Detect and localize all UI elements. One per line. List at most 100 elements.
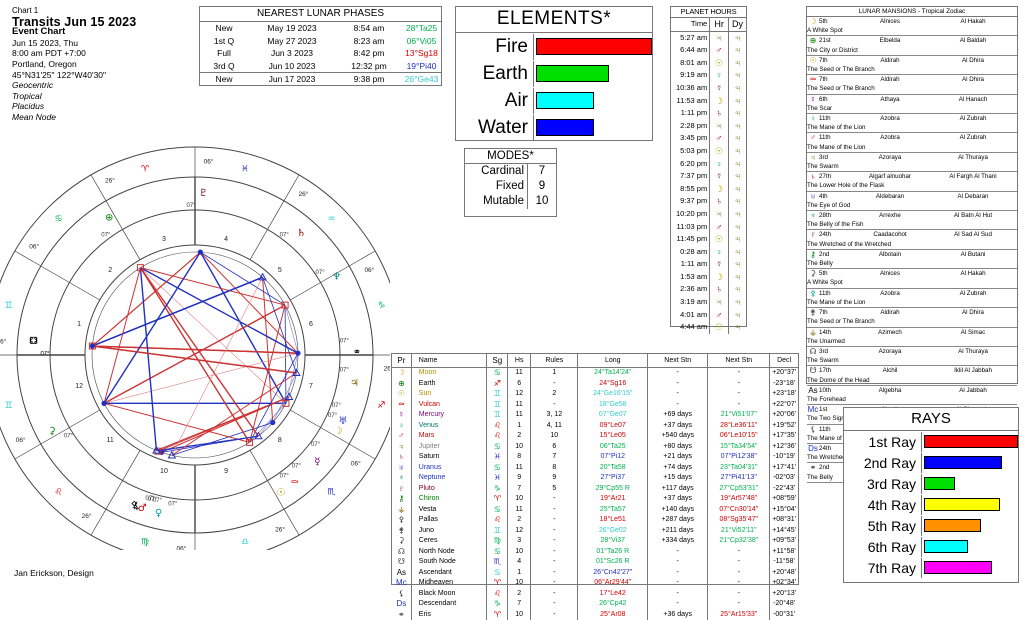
wheel-planet-glyph[interactable]: ☋ xyxy=(29,336,38,347)
table-row[interactable]: ♃Jupiter♋10606°Ta25+80 days15°Ta34'54"+1… xyxy=(392,442,798,453)
table-row[interactable]: ♅Uranus♋11820°Ta58+74 days23°Ta04'31"+17… xyxy=(392,463,798,474)
planet-house: 9 xyxy=(508,473,531,484)
table-row[interactable]: ☉Sun♊12224°Ge16'15"--+23°18' xyxy=(392,389,798,400)
table-row[interactable]: ☿Mercury♊113, 1207°Ge07+69 days21°Vi51'0… xyxy=(392,410,798,421)
planet-declination: +20°48' xyxy=(770,568,798,579)
planet-next-station-degree: 27°Pi41'13" xyxy=(708,473,770,484)
lunar-mansion-desc-row: The Scar xyxy=(807,104,1017,114)
ray-label: 7th Ray xyxy=(844,558,922,578)
planet-rules: 10 xyxy=(531,431,578,442)
house-number: 9 xyxy=(224,468,228,475)
planet-day-ruler-glyph: ♃ xyxy=(728,69,746,82)
wheel-planet-glyph[interactable]: ♆ xyxy=(332,271,341,282)
table-row[interactable]: ⚶Vesta♋11-25°Ta57+140 days07°Cn30'14"+15… xyxy=(392,505,798,516)
nearest-lunar-phases-panel: NEAREST LUNAR PHASES NewMay 19 20238:54 … xyxy=(199,6,442,86)
planet-hour-ruler-glyph: ☽ xyxy=(710,95,729,108)
planet-name: Black Moon xyxy=(411,589,487,600)
wheel-planet-glyph[interactable]: ♃ xyxy=(350,378,359,389)
table-row[interactable]: McMidheaven♈10-06°Ar29'44"--+02°34' xyxy=(392,578,798,589)
planet-house: 10 xyxy=(508,442,531,453)
planet-day-ruler-glyph: ♃ xyxy=(728,132,746,145)
wheel-planet-glyph[interactable]: ☿ xyxy=(314,456,320,467)
ray-bar xyxy=(924,561,992,574)
table-row[interactable]: AsAscendant♋1-26°Cn42'27"--+20°48' xyxy=(392,568,798,579)
table-row[interactable]: ♀Venus♌14, 1109°Le07+37 days28°Le36'11"+… xyxy=(392,421,798,432)
planet-next-station-degree: - xyxy=(708,379,770,390)
wheel-planet-glyph[interactable]: ♅ xyxy=(339,416,348,427)
chart-option-node: Mean Node xyxy=(12,112,136,123)
lunar-mansion-planet-glyph: ♀ xyxy=(807,114,819,124)
lunar-mansion-alt-name: Al Hakah xyxy=(929,269,1017,279)
wheel-planet-glyph[interactable]: ☽ xyxy=(334,426,343,437)
planet-next-station-degree: - xyxy=(708,557,770,568)
ray-label: 3rd Ray xyxy=(844,474,922,494)
mode-label: Fixed xyxy=(465,179,528,194)
lunar-mansion-row: ♄27thAlgarf alnuoharAl Fargh Al Thani xyxy=(807,172,1017,182)
table-row[interactable]: ☋South Node♏4-01°Sc26 R---11°58' xyxy=(392,557,798,568)
aspect-marker xyxy=(270,420,275,425)
wheel-planet-glyph[interactable]: ⚰ xyxy=(291,478,299,489)
lunar-phase-date: May 19 2023 xyxy=(248,22,336,35)
planet-hour-ruler-glyph: ☿ xyxy=(710,258,729,271)
table-row[interactable]: ☊North Node♋10-01°Ta26 R--+11°58' xyxy=(392,547,798,558)
table-row[interactable]: ⊕Earth♐6-24°Sg16---23°18' xyxy=(392,379,798,390)
wheel-planet-glyph[interactable]: ♇ xyxy=(199,188,208,199)
planet-table-col-header: Sg xyxy=(487,354,508,368)
table-row[interactable]: ⚵Juno♊12-26°Ge02+211 days21°Vi52'11"+14°… xyxy=(392,526,798,537)
planet-day-ruler-glyph: ♃ xyxy=(728,309,746,322)
wheel-planet-glyph[interactable]: ⊕ xyxy=(105,213,113,224)
zodiac-sign-glyph: ♐ xyxy=(377,401,385,411)
table-row[interactable]: ⚭Eris♈10-25°Ar08+36 days25°Ar15'33"-00°3… xyxy=(392,610,798,620)
table-row[interactable]: ♆Neptune♓9927°Pi37+15 days27°Pi41'13"-02… xyxy=(392,473,798,484)
planet-hour-time: 6:44 am xyxy=(671,44,710,57)
zodiac-sign-glyph: ♒ xyxy=(327,215,335,225)
table-row[interactable]: ⚰Vulcan♊11-18°Ge58--+22°07' xyxy=(392,400,798,411)
planet-hour-time: 5:03 pm xyxy=(671,145,710,158)
wheel-planet-glyph[interactable]: ♀ xyxy=(155,508,162,519)
wheel-planet-glyph[interactable]: ⚴ xyxy=(131,500,138,511)
lunar-phase-longitude: 19°Pi40 xyxy=(402,60,441,73)
lunar-phase-date: May 27 2023 xyxy=(248,35,336,48)
table-row[interactable]: ⚳Ceres♍3-28°Vi37+334 days21°Cp32'38"+09°… xyxy=(392,536,798,547)
planet-next-station-degree: 27°Cp53'31" xyxy=(708,484,770,495)
planet-name: Venus xyxy=(411,421,487,432)
house-number: 7 xyxy=(309,383,313,390)
wheel-planet-glyph[interactable]: ⚭ xyxy=(353,347,361,358)
house-cusp-degree: 26° xyxy=(384,365,390,373)
table-row[interactable]: ♄Saturn♓8707°Pi12+21 days07°Pi12'38"-10°… xyxy=(392,452,798,463)
planet-house: 10 xyxy=(508,547,531,558)
planet-hour-time: 9:37 pm xyxy=(671,195,710,208)
lunar-mansion-planet-glyph: ☉ xyxy=(807,55,819,65)
table-row[interactable]: ⚴Pallas♌2-18°Le51+287 days08°Sg35'47"+08… xyxy=(392,515,798,526)
planet-longitude: 07°Ge07 xyxy=(578,410,648,421)
ray-bar xyxy=(924,519,981,532)
lunar-mansion-planet-glyph: ⚸ xyxy=(807,424,819,434)
planet-house: 11 xyxy=(508,410,531,421)
lunar-mansion-alt-name: Al Zubrah xyxy=(929,133,1017,143)
planet-rules: - xyxy=(531,400,578,411)
table-row[interactable]: ☽Moon♋11124°Ta14'24"--+20°37' xyxy=(392,368,798,379)
table-row[interactable]: ⚷Chiron♈10-19°Ar21+37 days19°Ar57'48"+08… xyxy=(392,494,798,505)
table-row[interactable]: ♂Mars♌21015°Le05+540 days06°Le10'15"+17°… xyxy=(392,431,798,442)
wheel-planet-glyph[interactable]: ⚳ xyxy=(48,426,55,437)
planet-next-station-days: +15 days xyxy=(648,473,708,484)
planet-day-ruler-glyph: ♃ xyxy=(728,208,746,221)
lunar-mansion-alt-name: Al Zubrah xyxy=(929,114,1017,124)
table-row[interactable]: DsDescendant♑7-26°Cp42---20°48' xyxy=(392,599,798,610)
planet-hour-time: 4:01 am xyxy=(671,309,710,322)
wheel-planet-glyph[interactable]: ☉ xyxy=(276,487,285,498)
planet-next-station-days: +117 days xyxy=(648,484,708,495)
planet-day-ruler-glyph: ♃ xyxy=(728,57,746,70)
lunar-mansion-description: The Seed or The Branch xyxy=(807,317,1017,327)
wheel-planet-glyph[interactable]: ♄ xyxy=(297,228,306,239)
planet-rules: 1 xyxy=(531,368,578,379)
planet-hour-row: 2:36 am♄♃ xyxy=(671,283,746,296)
lunar-phase-date: Jun 10 2023 xyxy=(248,60,336,73)
planet-sign-glyph: ♌ xyxy=(487,431,508,442)
table-row[interactable]: ⚸Black Moon♌2-17°Le42--+20°13' xyxy=(392,589,798,600)
planet-hour-row: 0:28 am♀♃ xyxy=(671,246,746,259)
planet-glyph: ♄ xyxy=(392,452,411,463)
table-row[interactable]: ♇Pluto♑7529°Cp55 R+117 days27°Cp53'31"-2… xyxy=(392,484,798,495)
planet-longitude: 01°Ta26 R xyxy=(578,547,648,558)
astrology-chart-wheel[interactable]: 123456789101112 ♊♋♈♓♒♑♐♏♎♍♌♊ 26°06°26°06… xyxy=(0,130,390,550)
